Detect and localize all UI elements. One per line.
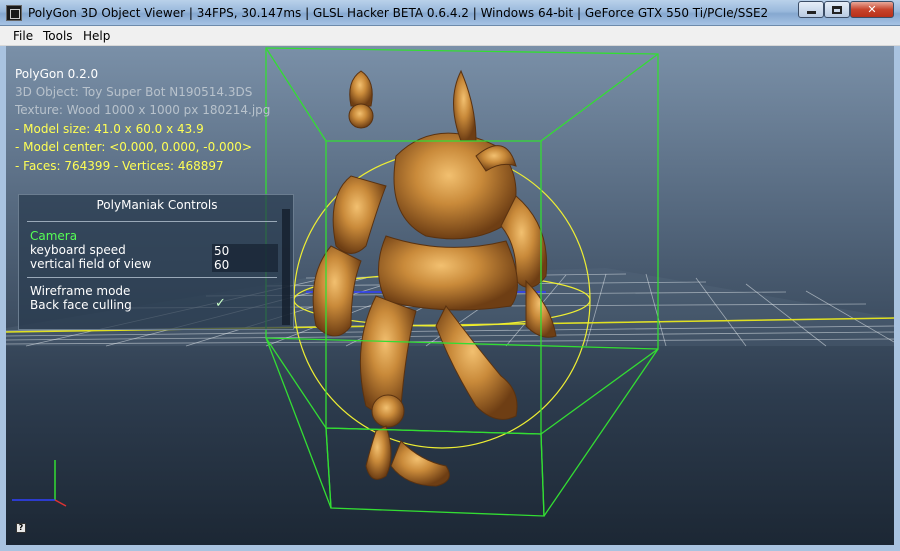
panel-divider — [27, 277, 277, 278]
menu-bar: File Tools Help — [0, 26, 900, 46]
app-version-label: PolyGon 0.2.0 — [15, 67, 99, 81]
object-name-label: 3D Object: Toy Super Bot N190514.3DS — [15, 85, 253, 99]
3d-viewport[interactable]: PolyGon 0.2.0 3D Object: Toy Super Bot N… — [6, 46, 894, 545]
model-robot — [312, 69, 557, 487]
close-icon: ✕ — [867, 3, 877, 16]
texture-name-label: Texture: Wood 1000 x 1000 px 180214.jpg — [15, 103, 271, 117]
maximize-icon — [832, 5, 842, 14]
panel-scrollbar[interactable] — [282, 209, 290, 325]
keyboard-speed-label: keyboard speed — [30, 243, 126, 257]
panel-title: PolyManiak Controls — [96, 198, 218, 212]
panel-divider — [27, 221, 277, 222]
window-title: PolyGon 3D Object Viewer | 34FPS, 30.147… — [28, 6, 769, 20]
help-icon[interactable]: ? — [16, 523, 26, 533]
camera-section-label: Camera — [30, 229, 78, 243]
polymaniak-controls-panel: PolyManiak Controls Camera keyboard spee… — [18, 194, 294, 330]
close-button[interactable]: ✕ — [850, 1, 894, 18]
window-frame-bottom — [0, 545, 900, 551]
model-center-label: - Model center: <0.000, 0.000, -0.000> — [15, 140, 252, 154]
axis-gizmo — [12, 460, 67, 507]
minimize-button[interactable] — [798, 1, 824, 18]
back-face-culling-checkbox[interactable]: ✓ — [215, 296, 226, 311]
faces-vertices-label: - Faces: 764399 - Vertices: 468897 — [15, 159, 224, 173]
title-bar: PolyGon 3D Object Viewer | 34FPS, 30.147… — [0, 0, 900, 26]
app-icon — [6, 5, 22, 21]
wireframe-mode-label: Wireframe mode — [30, 284, 131, 298]
model-size-label: - Model size: 41.0 x 60.0 x 43.9 — [15, 122, 204, 136]
back-face-culling-label: Back face culling — [30, 298, 132, 312]
window-controls: ✕ — [798, 1, 894, 18]
menu-tools[interactable]: Tools — [43, 29, 73, 43]
menu-file[interactable]: File — [13, 29, 33, 43]
fov-input[interactable]: 60 — [212, 258, 278, 272]
window-frame-right — [894, 46, 900, 551]
minimize-icon — [806, 11, 816, 14]
keyboard-speed-input[interactable]: 50 — [212, 244, 278, 258]
fov-label: vertical field of view — [30, 257, 152, 271]
menu-help[interactable]: Help — [83, 29, 110, 43]
maximize-button[interactable] — [824, 1, 850, 18]
